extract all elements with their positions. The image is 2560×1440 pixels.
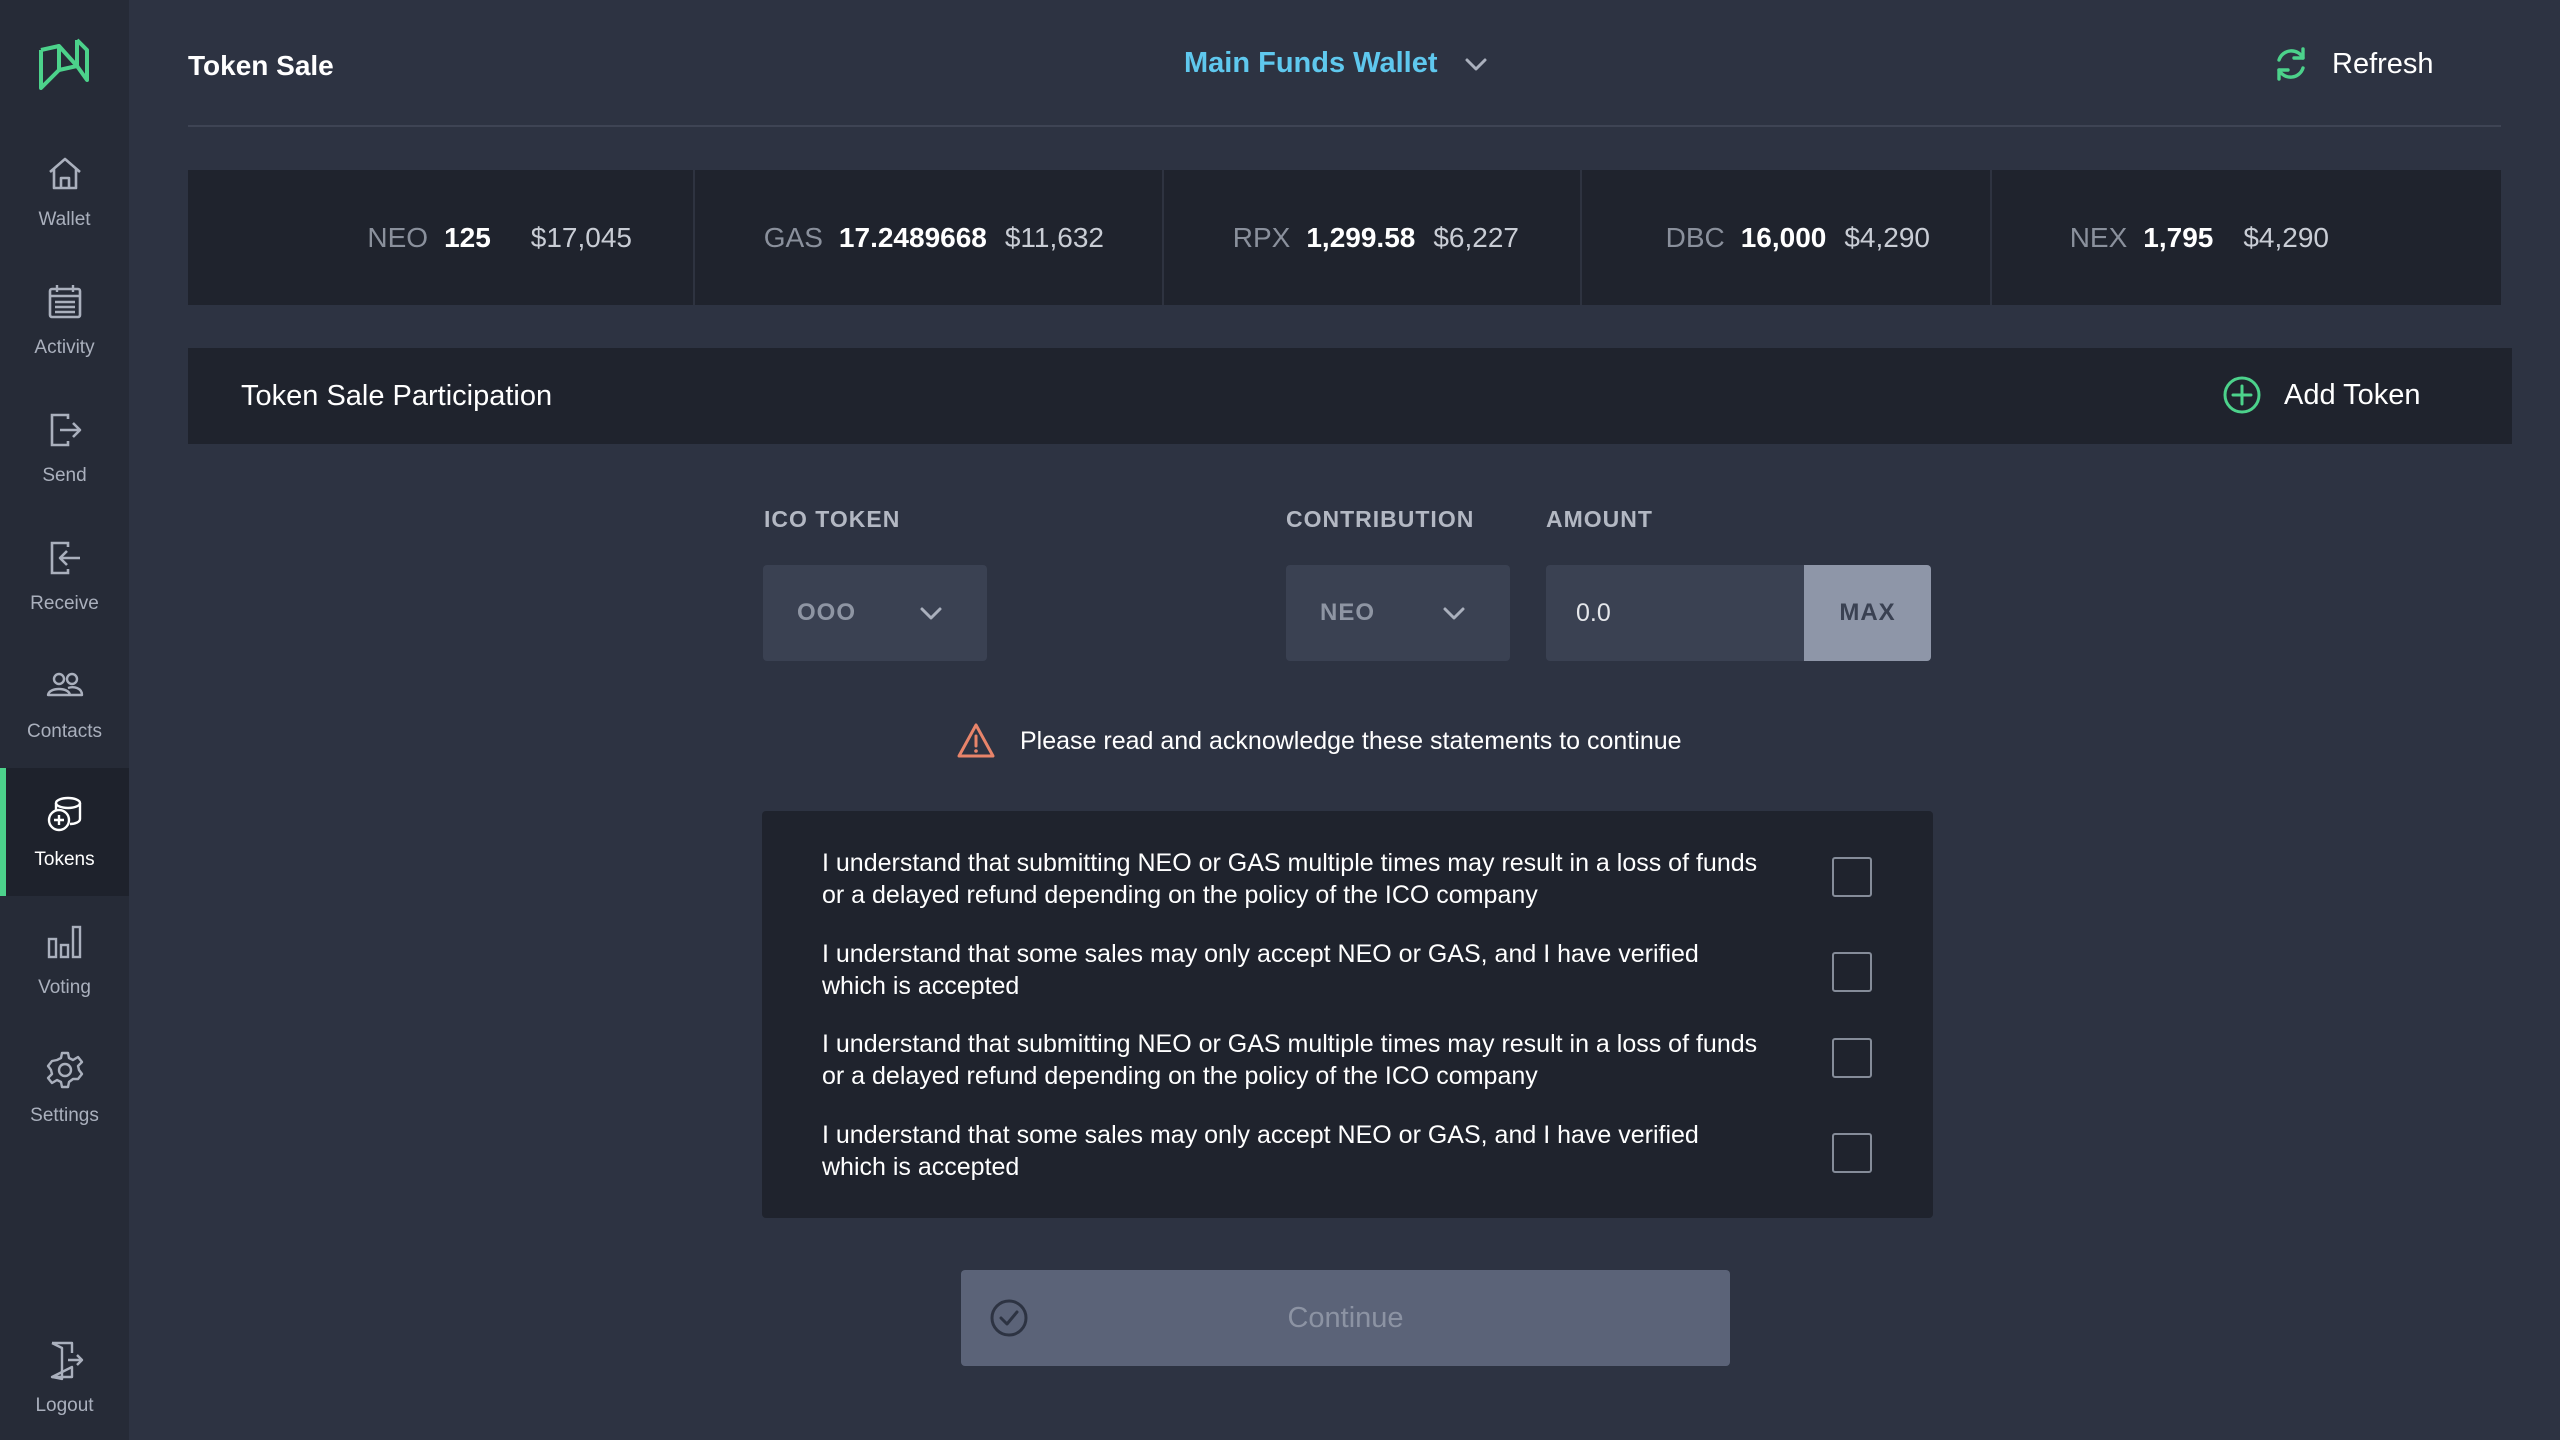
- statement-text: I understand that some sales may only ac…: [822, 1121, 1699, 1181]
- plus-circle-icon: [2223, 376, 2261, 414]
- gear-icon: [46, 1051, 83, 1089]
- balance-dbc: DBC 16,000 $4,290: [1582, 170, 1992, 305]
- balance-amount: 16,000: [1740, 221, 1827, 253]
- refresh-button[interactable]: Refresh: [2272, 44, 2434, 84]
- wallet-select[interactable]: Main Funds Wallet: [1184, 47, 1489, 80]
- sidebar-item-contacts[interactable]: Contacts: [0, 640, 129, 768]
- statement-text: I understand that submitting NEO or GAS …: [822, 1030, 1758, 1090]
- sidebar-item-settings[interactable]: Settings: [0, 1024, 129, 1152]
- statement-checkbox[interactable]: [1832, 1038, 1872, 1078]
- header: Token Sale Main Funds Wallet Refresh: [188, 0, 2501, 127]
- statement-text: I understand that some sales may only ac…: [822, 940, 1699, 1000]
- balance-usd: $4,290: [1844, 221, 1930, 253]
- sidebar-item-receive[interactable]: Receive: [0, 512, 129, 640]
- balance-gas: GAS 17.2489668 $11,632: [695, 170, 1164, 305]
- balances-bar: NEO 125 $17,045 GAS 17.2489668 $11,632 R…: [188, 170, 2501, 305]
- sidebar-item-label: Voting: [38, 977, 91, 998]
- refresh-icon: [2277, 47, 2305, 81]
- sidebar-item-label: Activity: [34, 337, 95, 358]
- sidebar-item-label: Tokens: [34, 849, 95, 870]
- refresh-label: Refresh: [2332, 47, 2434, 80]
- contribution-label: CONTRIBUTION: [1286, 506, 1475, 532]
- home-icon: [48, 157, 81, 190]
- chevron-down-icon: [1465, 58, 1487, 70]
- chevron-down-icon: [920, 607, 942, 620]
- balance-usd: $4,290: [2243, 221, 2329, 253]
- balance-usd: $11,632: [1004, 221, 1104, 253]
- sidebar-item-label: Settings: [30, 1105, 99, 1126]
- receive-icon: [50, 541, 80, 575]
- max-button[interactable]: MAX: [1804, 565, 1931, 661]
- page-title: Token Sale: [188, 50, 334, 81]
- sidebar-item-label: Logout: [35, 1395, 94, 1416]
- balance-symbol: NEX: [2069, 221, 2128, 253]
- acknowledge-warning: Please read and acknowledge these statem…: [956, 722, 1682, 760]
- warning-triangle-icon: [957, 723, 995, 758]
- amount-input[interactable]: [1546, 565, 1804, 661]
- sidebar-item-logout[interactable]: Logout: [0, 1316, 129, 1440]
- balance-usd: $6,227: [1433, 221, 1519, 253]
- sidebar: Wallet Activity Send Receive Contacts To…: [0, 0, 129, 1440]
- sidebar-item-label: Receive: [30, 593, 99, 614]
- contacts-icon: [46, 672, 83, 697]
- panel-title: Token Sale Participation: [241, 380, 553, 412]
- statements-box: I understand that submitting NEO or GAS …: [762, 811, 1933, 1218]
- balance-symbol: DBC: [1665, 221, 1725, 253]
- statement-checkbox[interactable]: [1832, 857, 1872, 897]
- logout-icon: [50, 1341, 83, 1381]
- statement-checkbox[interactable]: [1832, 1133, 1872, 1173]
- sidebar-item-send[interactable]: Send: [0, 384, 129, 512]
- sidebar-item-label: Contacts: [27, 721, 102, 742]
- balance-amount: 125: [444, 221, 491, 253]
- sidebar-item-voting[interactable]: Voting: [0, 896, 129, 1024]
- contribution-value: NEO: [1320, 599, 1376, 626]
- sidebar-item-label: Wallet: [38, 209, 91, 230]
- bar-chart-icon: [47, 925, 81, 959]
- balance-nex: NEX 1,795 $4,290: [1992, 170, 2501, 305]
- ico-token-label: ICO TOKEN: [764, 506, 901, 532]
- continue-button[interactable]: Continue: [961, 1270, 1730, 1366]
- send-icon: [50, 413, 81, 447]
- balance-neo: NEO 125 $17,045: [188, 170, 695, 305]
- sidebar-item-tokens[interactable]: Tokens: [0, 768, 129, 896]
- contribution-select[interactable]: NEO: [1286, 565, 1510, 661]
- sidebar-item-label: Send: [42, 465, 87, 486]
- balance-rpx: RPX 1,299.58 $6,227: [1164, 170, 1582, 305]
- neon-logo: [39, 38, 89, 90]
- chevron-down-icon: [1443, 607, 1465, 620]
- warning-text: Please read and acknowledge these statem…: [1020, 726, 1682, 755]
- statement-text: I understand that submitting NEO or GAS …: [822, 849, 1758, 909]
- tokens-icon: [47, 796, 81, 832]
- calendar-icon: [48, 285, 81, 319]
- balance-symbol: RPX: [1232, 221, 1291, 253]
- add-token-label: Add Token: [2284, 378, 2421, 411]
- balance-symbol: GAS: [763, 221, 823, 253]
- panel-header: Token Sale Participation Add Token: [188, 348, 2512, 444]
- balance-symbol: NEO: [367, 221, 429, 253]
- balance-amount: 1,299.58: [1306, 221, 1416, 253]
- balance-usd: $17,045: [530, 221, 632, 253]
- sidebar-item-wallet[interactable]: Wallet: [0, 128, 129, 256]
- balance-amount: 17.2489668: [838, 221, 987, 253]
- sidebar-item-activity[interactable]: Activity: [0, 256, 129, 384]
- wallet-name: Main Funds Wallet: [1184, 47, 1438, 79]
- ico-token-value: OOO: [797, 599, 857, 626]
- ico-token-select[interactable]: OOO: [763, 565, 987, 661]
- balance-amount: 1,795: [2143, 221, 2214, 253]
- continue-label: Continue: [1287, 1302, 1404, 1334]
- statement-checkbox[interactable]: [1832, 952, 1872, 992]
- amount-label: AMOUNT: [1546, 506, 1653, 532]
- add-token-button[interactable]: Add Token: [2222, 375, 2421, 415]
